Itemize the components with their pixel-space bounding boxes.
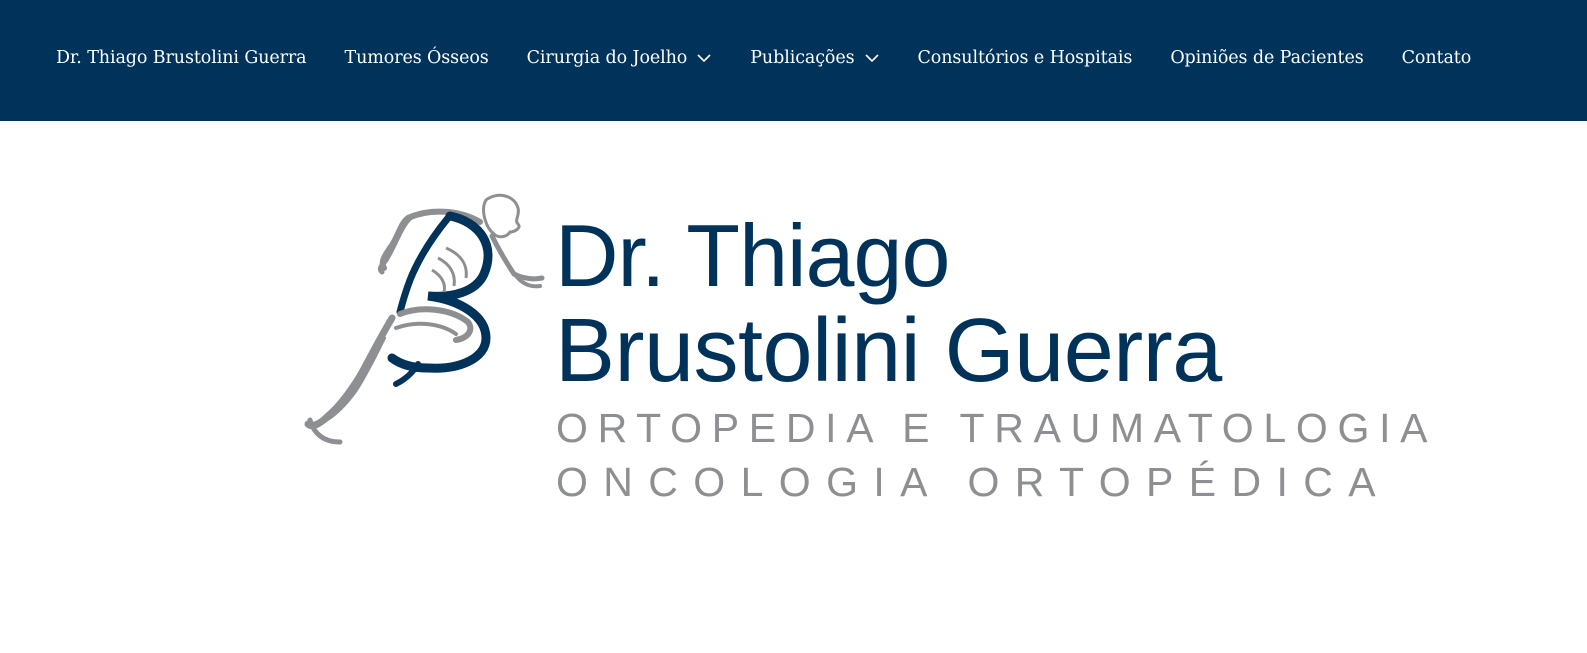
logo-specialty-line1: ORTOPEDIA E TRAUMATOLOGIA bbox=[556, 405, 1438, 451]
chevron-down-icon bbox=[697, 54, 711, 63]
nav-item-tumores-osseos[interactable]: Tumores Ósseos bbox=[345, 44, 489, 72]
top-navbar: Dr. Thiago Brustolini Guerra Tumores Óss… bbox=[0, 0, 1587, 121]
nav-item-label: Dr. Thiago Brustolini Guerra bbox=[56, 48, 307, 68]
nav-item-label: Publicações bbox=[750, 48, 855, 68]
main-nav: Dr. Thiago Brustolini Guerra Tumores Óss… bbox=[56, 44, 1509, 72]
chevron-down-icon bbox=[864, 54, 879, 63]
nav-item-contato[interactable]: Contato bbox=[1402, 44, 1472, 72]
logo-specialty-line2: ONCOLOGIA ORTOPÉDICA bbox=[556, 459, 1392, 505]
nav-item-opinioes[interactable]: Opiniões de Pacientes bbox=[1170, 44, 1363, 72]
nav-item-label: Opiniões de Pacientes bbox=[1170, 48, 1364, 68]
nav-item-dr-thiago[interactable]: Dr. Thiago Brustolini Guerra bbox=[56, 44, 307, 72]
nav-item-consultorios[interactable]: Consultórios e Hospitais bbox=[918, 44, 1133, 72]
nav-item-label: Tumores Ósseos bbox=[344, 48, 489, 68]
nav-item-label: Contato bbox=[1401, 48, 1472, 68]
site-logo[interactable]: Dr. Thiago Brustolini Guerra ORTOPEDIA E… bbox=[300, 188, 1428, 518]
nav-item-cirurgia-joelho[interactable]: Cirurgia do Joelho bbox=[527, 44, 713, 72]
nav-item-publicacoes[interactable]: Publicações bbox=[750, 44, 879, 72]
nav-item-label: Consultórios e Hospitais bbox=[917, 48, 1133, 68]
nav-item-label: Cirurgia do Joelho bbox=[526, 48, 688, 68]
running-figure-icon bbox=[304, 193, 545, 445]
logo-name-line2: Brustolini Guerra bbox=[555, 301, 1222, 401]
logo-name-line1: Dr. Thiago bbox=[555, 206, 950, 305]
